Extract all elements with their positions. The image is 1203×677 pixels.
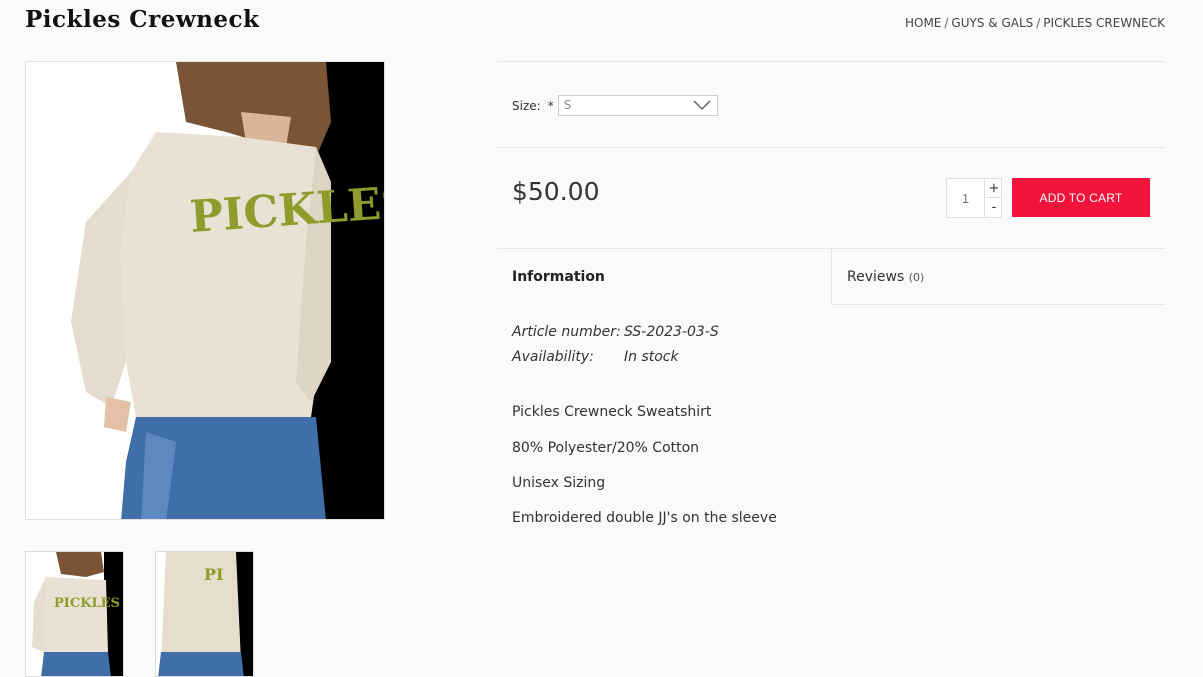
tab-reviews-label: Reviews — [847, 269, 905, 285]
spec-value: SS-2023-03-S — [624, 324, 719, 340]
product-tabs: Information Reviews (0) — [497, 248, 1165, 305]
spec-value: In stock — [624, 349, 679, 365]
size-selected-value: S — [563, 98, 572, 112]
reviews-count: (0) — [908, 271, 925, 284]
spec-label: Article number: — [512, 324, 621, 340]
divider — [497, 147, 1165, 148]
quantity-input[interactable] — [947, 179, 985, 217]
chevron-down-icon — [693, 100, 711, 110]
spec-row: Article number: SS-2023-03-S — [512, 324, 719, 340]
thumbnail-front-icon: PICKLES — [26, 552, 123, 676]
description-line: Pickles Crewneck Sweatshirt — [512, 404, 712, 420]
tab-information[interactable]: Information — [497, 248, 831, 305]
quantity-decrease-button[interactable]: - — [986, 198, 1002, 217]
size-label: Size: — [512, 98, 541, 113]
size-select[interactable]: S — [557, 95, 718, 116]
size-option: Size: * S — [512, 95, 718, 116]
breadcrumb-category[interactable]: GUYS & GALS — [951, 16, 1033, 30]
quantity-increase-button[interactable]: + — [986, 179, 1002, 198]
spec-row: Availability: In stock — [512, 349, 679, 365]
divider — [497, 61, 1165, 62]
description-line: 80% Polyester/20% Cotton — [512, 440, 700, 456]
breadcrumb-separator: / — [944, 16, 949, 30]
add-to-cart-button[interactable]: Add to cart — [1012, 178, 1150, 217]
thumbnail-print-text: PICKLES — [54, 596, 120, 611]
spec-label: Availability: — [512, 349, 594, 365]
page-title: Pickles Crewneck — [25, 6, 260, 33]
product-main-image[interactable]: PICKLES — [25, 61, 385, 520]
tab-reviews[interactable]: Reviews (0) — [831, 248, 1165, 305]
thumbnail-side[interactable]: PI — [155, 551, 254, 677]
thumbnail-print-text: PI — [204, 565, 224, 584]
description-line: Unisex Sizing — [512, 475, 606, 491]
description-line: Embroidered double JJ's on the sleeve — [512, 510, 777, 526]
thumbnail-side-icon: PI — [156, 552, 253, 676]
thumbnail-front[interactable]: PICKLES — [25, 551, 124, 677]
breadcrumb-current[interactable]: PICKLES CREWNECK — [1043, 16, 1165, 30]
quantity-stepper: + - — [946, 178, 1002, 218]
breadcrumb: HOME / GUYS & GALS / PICKLES CREWNECK — [905, 16, 1165, 30]
breadcrumb-separator: / — [1036, 16, 1041, 30]
product-photo-sweatshirt-icon: PICKLES — [26, 62, 384, 519]
breadcrumb-home[interactable]: HOME — [905, 16, 941, 30]
product-price: $50.00 — [512, 177, 600, 206]
required-mark: * — [547, 98, 554, 113]
